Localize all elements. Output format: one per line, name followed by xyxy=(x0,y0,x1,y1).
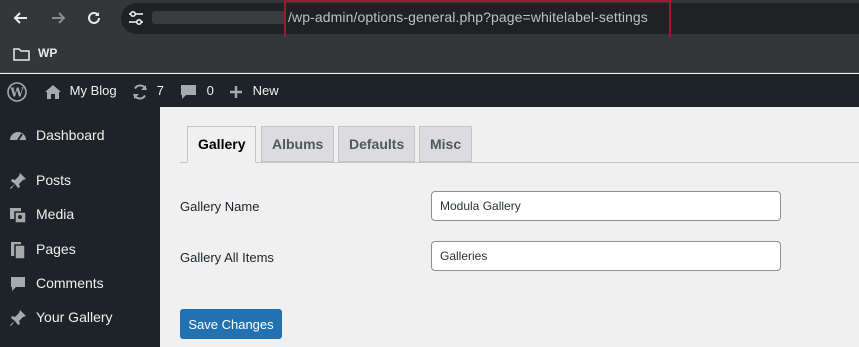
tabs-divider xyxy=(180,162,859,163)
url-highlight-box xyxy=(284,0,671,39)
comments-menu[interactable]: 0 xyxy=(180,74,214,107)
gallery-all-items-input[interactable] xyxy=(431,241,781,271)
wp-logo-menu[interactable]: W xyxy=(7,74,27,107)
tab-gallery[interactable]: Gallery xyxy=(187,126,257,163)
sidebar-item-dashboard[interactable]: Dashboard xyxy=(0,119,160,153)
sidebar-item-label: Posts xyxy=(36,172,72,188)
wp-admin-bar: W My Blog 7 0 New xyxy=(0,74,859,107)
new-label: New xyxy=(252,83,279,98)
new-content-menu[interactable]: New xyxy=(229,74,279,107)
reload-icon xyxy=(88,11,100,24)
sidebar-item-label: Your Gallery xyxy=(36,309,113,325)
gallery-all-items-label: Gallery All Items xyxy=(180,250,274,265)
sidebar-item-label: Media xyxy=(36,206,75,222)
sidebar-item-pages[interactable]: Pages xyxy=(0,233,160,267)
home-icon xyxy=(45,84,61,99)
updates-icon xyxy=(133,84,147,100)
comments-count: 0 xyxy=(206,83,214,98)
main-content: Gallery Albums Defaults Misc Gallery Nam… xyxy=(160,107,859,347)
tab-defaults[interactable]: Defaults xyxy=(338,126,416,162)
tab-albums[interactable]: Albums xyxy=(261,126,335,162)
site-name-menu[interactable]: My Blog xyxy=(44,74,117,107)
tab-misc[interactable]: Misc xyxy=(419,126,473,162)
dashboard-icon xyxy=(10,132,26,141)
sidebar-item-label: Pages xyxy=(36,241,76,257)
site-name: My Blog xyxy=(69,83,117,98)
comment-icon xyxy=(11,277,25,291)
bookmark-wp[interactable]: WP xyxy=(38,46,57,60)
folder-icon xyxy=(13,48,30,61)
svg-text:W: W xyxy=(9,85,24,99)
pages-icon xyxy=(11,242,26,260)
browser-toolbar: /wp-admin/options-general.php?page=white… xyxy=(0,0,859,39)
updates-menu[interactable]: 7 xyxy=(131,74,164,107)
arrow-right-icon xyxy=(52,12,66,24)
gallery-name-input[interactable] xyxy=(431,191,781,221)
reload-button[interactable] xyxy=(82,6,106,30)
gallery-name-label: Gallery Name xyxy=(180,199,260,214)
back-button[interactable] xyxy=(9,6,33,30)
tune-icon[interactable] xyxy=(128,10,144,26)
url-host-redacted xyxy=(152,11,286,24)
admin-sidebar: Dashboard Posts Media Pages Comments You… xyxy=(0,107,160,347)
sidebar-item-label: Dashboard xyxy=(36,127,105,143)
bookmarks-bar: WP xyxy=(0,37,859,73)
updates-count: 7 xyxy=(156,83,164,98)
sidebar-item-posts[interactable]: Posts xyxy=(0,164,160,198)
pin-icon xyxy=(10,173,26,189)
sidebar-item-label: Comments xyxy=(36,275,104,291)
forward-button[interactable] xyxy=(46,6,70,30)
wordpress-logo-icon: W xyxy=(7,81,27,102)
plus-icon xyxy=(230,85,242,98)
arrow-left-icon xyxy=(13,12,27,24)
sidebar-item-comments[interactable]: Comments xyxy=(0,267,160,301)
pin-icon xyxy=(10,310,26,326)
comment-icon xyxy=(181,84,196,99)
sidebar-item-media[interactable]: Media xyxy=(0,198,160,232)
media-icon xyxy=(10,208,27,224)
save-changes-button[interactable]: Save Changes xyxy=(180,309,282,339)
sidebar-item-your-gallery[interactable]: Your Gallery xyxy=(0,301,160,335)
